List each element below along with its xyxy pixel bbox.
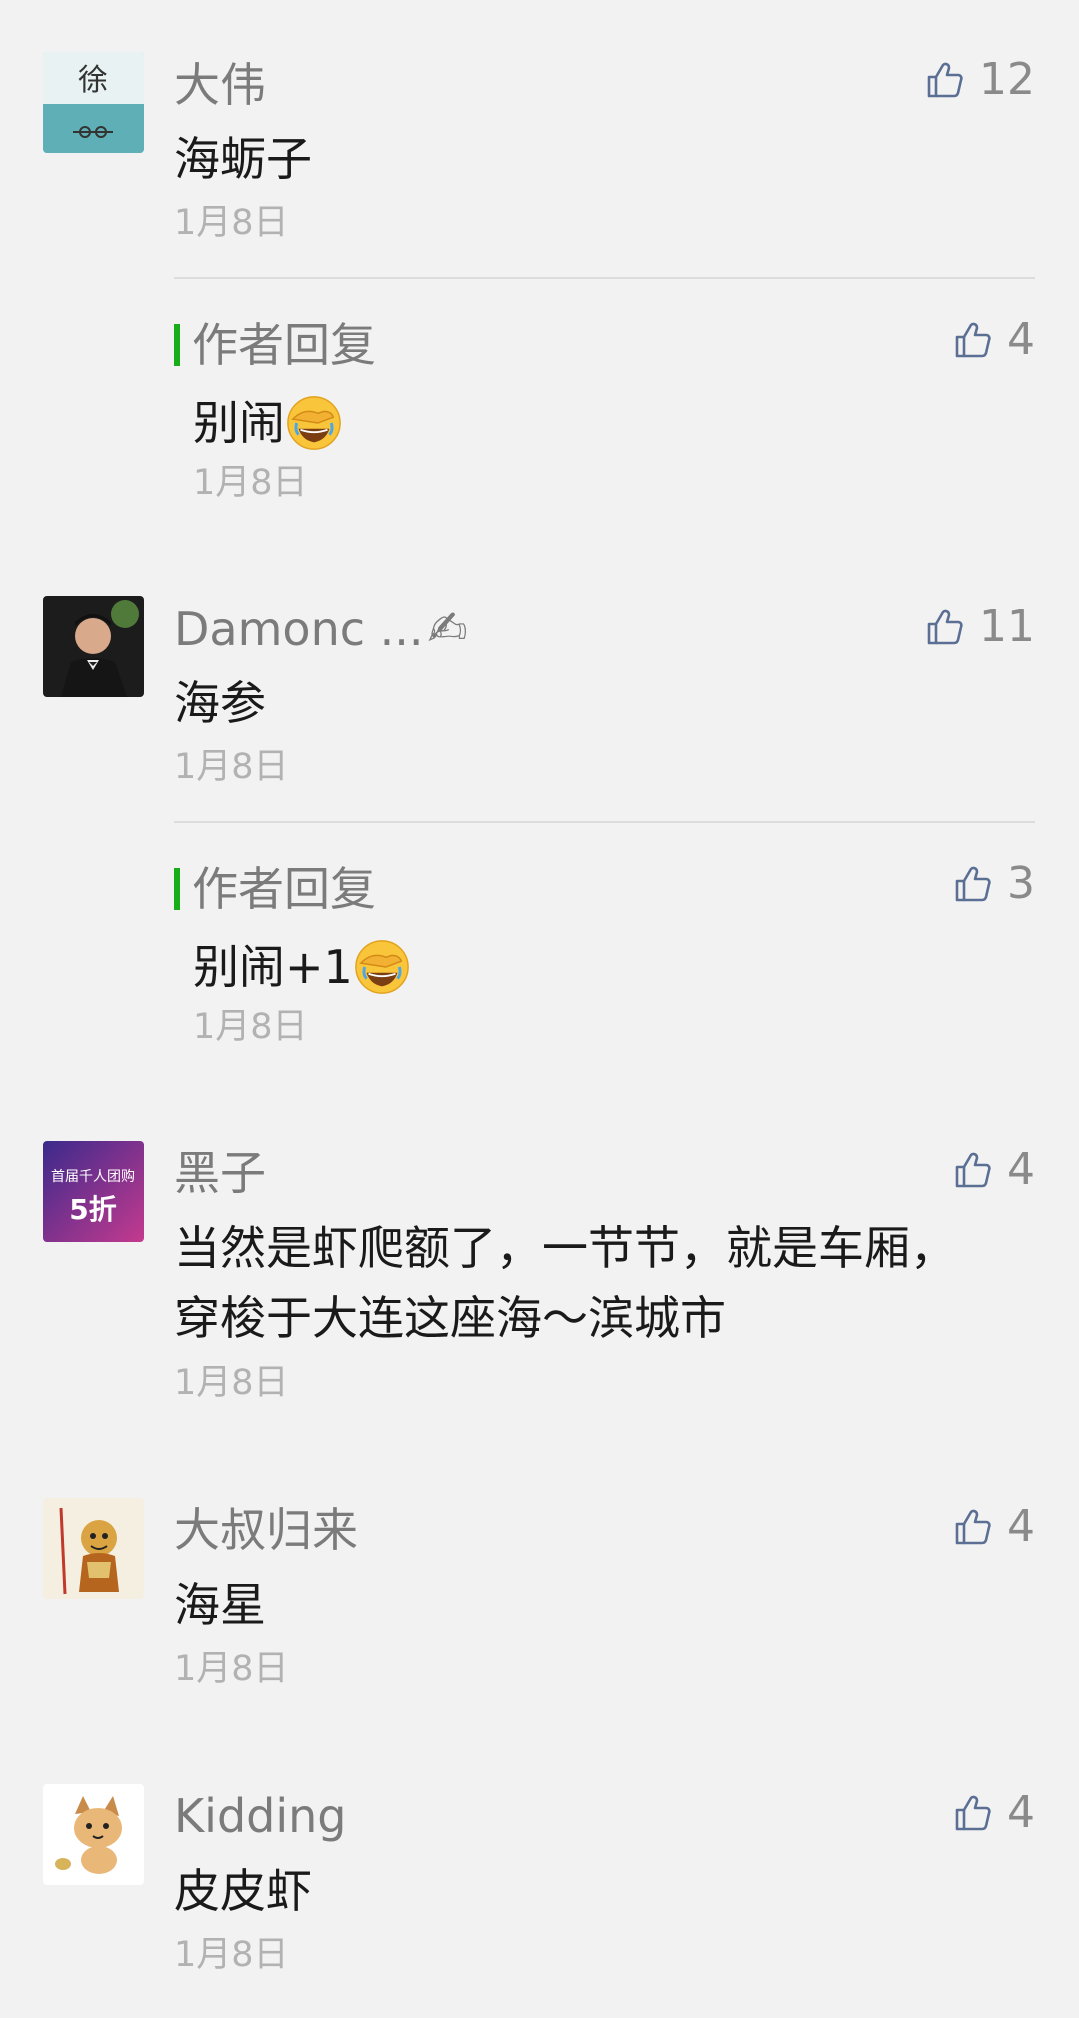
writing-hand-emoji-icon: ✍ xyxy=(427,601,468,657)
like-count: 3 xyxy=(1007,858,1035,909)
like-count: 4 xyxy=(1007,314,1035,365)
reply-text-content: 别闹+1 xyxy=(193,940,353,994)
reply-date: 1月8日 xyxy=(193,1007,308,1047)
like-button[interactable]: 12 xyxy=(925,58,1035,102)
like-count: 12 xyxy=(979,54,1035,105)
reply-indicator-bar xyxy=(174,868,180,910)
commenter-name: Damonc ... ✍ xyxy=(174,605,468,653)
thumbs-up-icon xyxy=(953,1793,993,1833)
commenter-name: Kidding xyxy=(174,1789,347,1843)
avatar-image: 首届千人团购 5折 xyxy=(43,1141,144,1242)
comment-text-line: 穿梭于大连这座海～滨城市 xyxy=(174,1291,726,1345)
reply-like-button[interactable]: 3 xyxy=(953,862,1035,906)
avatar[interactable]: 首届千人团购 5折 xyxy=(43,1141,144,1242)
commenter-name: 大伟 xyxy=(174,58,266,112)
comment-text: 海蛎子 xyxy=(174,132,312,186)
facepalm-emoji-icon xyxy=(285,394,343,452)
comment-date: 1月8日 xyxy=(174,203,289,243)
divider xyxy=(174,277,1035,279)
avatar-text: 首届千人团购 xyxy=(51,1169,135,1185)
like-button[interactable]: 4 xyxy=(953,1505,1035,1549)
avatar-text: 徐 xyxy=(78,63,108,98)
reply-label-text: 作者回复 xyxy=(192,862,376,916)
author-reply-label: 作者回复 xyxy=(174,322,376,368)
thumbs-up-icon xyxy=(953,1150,993,1190)
thumbs-up-icon xyxy=(925,607,965,647)
reply-label-text: 作者回复 xyxy=(192,318,376,372)
facepalm-emoji-icon xyxy=(353,938,411,996)
thumbs-up-icon xyxy=(925,60,965,100)
comment-text: 海星 xyxy=(174,1578,266,1632)
reply-indicator-bar xyxy=(174,324,180,366)
reply-date: 1月8日 xyxy=(193,463,308,503)
thumbs-up-icon xyxy=(953,320,993,360)
comment-date: 1月8日 xyxy=(174,1649,289,1689)
comment-date: 1月8日 xyxy=(174,747,289,787)
like-count: 4 xyxy=(1007,1501,1035,1552)
avatar[interactable]: 徐 xyxy=(43,52,144,153)
avatar-image xyxy=(43,596,144,697)
comment-date: 1月8日 xyxy=(174,1935,289,1975)
reply-text-content: 别闹 xyxy=(193,396,285,450)
commenter-name: 黑子 xyxy=(174,1146,266,1200)
thumbs-up-icon xyxy=(953,1507,993,1547)
reply-like-button[interactable]: 4 xyxy=(953,318,1035,362)
avatar-text: 5折 xyxy=(69,1193,116,1226)
like-count: 4 xyxy=(1007,1787,1035,1838)
like-button[interactable]: 4 xyxy=(953,1791,1035,1835)
author-reply-label: 作者回复 xyxy=(174,866,376,912)
like-button[interactable]: 4 xyxy=(953,1148,1035,1192)
avatar[interactable] xyxy=(43,1498,144,1599)
reply-text: 别闹 xyxy=(193,394,343,452)
commenter-name-text: Damonc ... xyxy=(174,602,424,656)
avatar-image: 徐 xyxy=(43,52,144,153)
divider xyxy=(174,821,1035,823)
reply-text: 别闹+1 xyxy=(193,938,411,996)
comment-text: 海参 xyxy=(174,676,266,730)
avatar-image xyxy=(43,1498,144,1599)
thumbs-up-icon xyxy=(953,864,993,904)
like-button[interactable]: 11 xyxy=(925,605,1035,649)
avatar[interactable] xyxy=(43,596,144,697)
comment-text-line: 当然是虾爬额了，一节节，就是车厢， xyxy=(174,1221,956,1275)
avatar-image xyxy=(43,1784,144,1885)
commenter-name: 大叔归来 xyxy=(174,1503,358,1557)
like-count: 4 xyxy=(1007,1144,1035,1195)
like-count: 11 xyxy=(979,601,1035,652)
comment-date: 1月8日 xyxy=(174,1363,289,1403)
avatar[interactable] xyxy=(43,1784,144,1885)
comment-text: 皮皮虾 xyxy=(174,1864,312,1918)
